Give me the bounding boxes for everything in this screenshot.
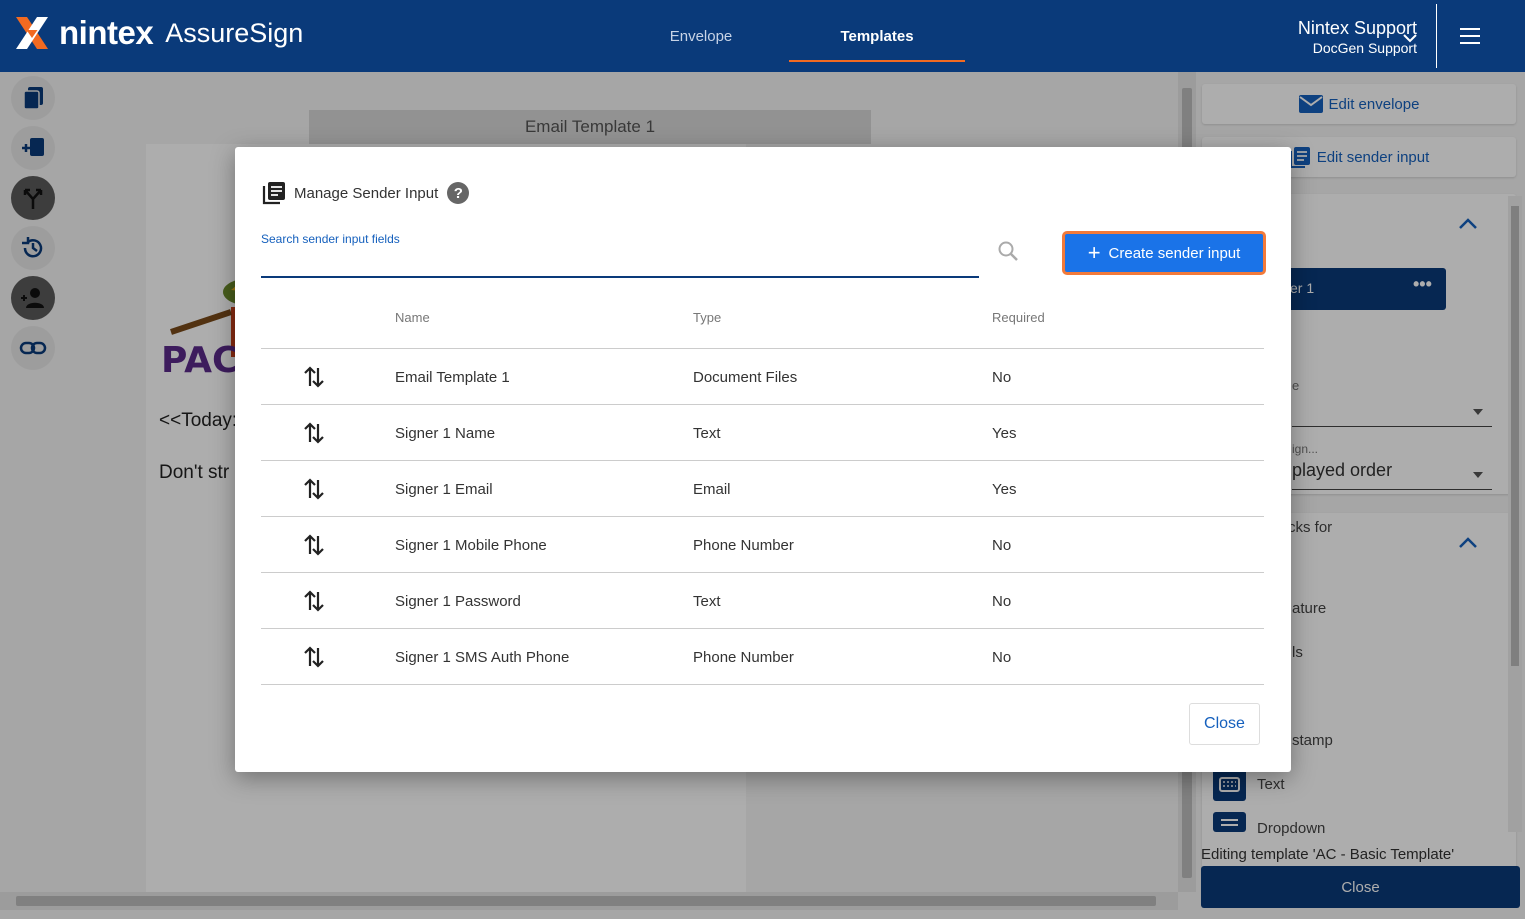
cell-type: Phone Number [693, 537, 794, 554]
cell-name: Email Template 1 [395, 369, 510, 386]
cell-type: Email [693, 481, 731, 498]
cell-name: Signer 1 Password [395, 593, 521, 610]
create-sender-input-button[interactable]: + Create sender input [1062, 231, 1266, 275]
cell-name: Signer 1 Name [395, 425, 496, 442]
cell-type: Document Files [693, 369, 798, 386]
cell-required: No [992, 369, 1012, 386]
cell-type: Text [693, 593, 721, 610]
table-row[interactable]: Signer 1 Password Text No [261, 573, 1264, 629]
dialog-header: Manage Sender Input ? [262, 181, 470, 205]
app-header: nintex AssureSign Envelope Templates Nin… [0, 0, 1525, 72]
cell-required: No [992, 537, 1012, 554]
cell-type: Phone Number [693, 649, 794, 666]
cell-required: Yes [992, 425, 1017, 442]
column-header-required[interactable]: Required [992, 310, 1045, 325]
table-row[interactable]: Signer 1 Mobile Phone Phone Number No [261, 517, 1264, 573]
table-row[interactable]: Signer 1 Name Text Yes [261, 405, 1264, 461]
tab-envelope[interactable]: Envelope [642, 0, 760, 72]
reorder-arrows-icon[interactable] [302, 476, 326, 502]
nintex-logo[interactable]: nintex AssureSign [14, 14, 303, 52]
search-icon[interactable] [997, 240, 1019, 262]
table-row[interactable]: Signer 1 SMS Auth Phone Phone Number No [261, 629, 1264, 685]
cell-required: No [992, 649, 1012, 666]
reorder-arrows-icon[interactable] [302, 588, 326, 614]
cell-type: Text [693, 425, 721, 442]
nintex-x-logo-icon [16, 17, 48, 49]
table-header: Name Type Required [261, 293, 1264, 349]
reorder-arrows-icon[interactable] [302, 532, 326, 558]
search-input[interactable] [261, 250, 979, 278]
header-divider [1436, 4, 1437, 68]
table-row[interactable]: Email Template 1 Document Files No [261, 349, 1264, 405]
cell-required: Yes [992, 481, 1017, 498]
table-row[interactable]: Signer 1 Email Email Yes [261, 461, 1264, 517]
cell-required: No [992, 593, 1012, 610]
user-menu[interactable]: Nintex Support DocGen Support [1298, 18, 1417, 56]
sender-input-table: Name Type Required Email Template 1 Docum… [261, 293, 1264, 685]
column-header-name[interactable]: Name [395, 310, 430, 325]
cell-name: Signer 1 Email [395, 481, 493, 498]
dialog-close-button[interactable]: Close [1189, 703, 1260, 745]
reorder-arrows-icon[interactable] [302, 364, 326, 390]
help-icon[interactable]: ? [447, 182, 470, 204]
tab-templates[interactable]: Templates [789, 0, 965, 72]
user-org: DocGen Support [1312, 40, 1417, 56]
cell-name: Signer 1 Mobile Phone [395, 537, 547, 554]
sender-input-icon [262, 182, 285, 205]
search-label: Search sender input fields [261, 232, 400, 246]
dialog-title: Manage Sender Input [294, 184, 439, 202]
chevron-down-icon[interactable] [1402, 30, 1418, 46]
create-sender-input-label: Create sender input [1108, 244, 1241, 262]
user-name: Nintex Support [1297, 18, 1417, 38]
logo-word: nintex [59, 14, 154, 51]
reorder-arrows-icon[interactable] [302, 420, 326, 446]
plus-icon: + [1087, 240, 1101, 265]
cell-name: Signer 1 SMS Auth Phone [395, 649, 570, 666]
column-header-type[interactable]: Type [693, 310, 721, 325]
hamburger-menu-icon[interactable] [1460, 28, 1480, 44]
reorder-arrows-icon[interactable] [302, 644, 326, 670]
logo-product: AssureSign [165, 17, 304, 48]
manage-sender-input-dialog: Manage Sender Input ? Search sender inpu… [235, 147, 1291, 772]
